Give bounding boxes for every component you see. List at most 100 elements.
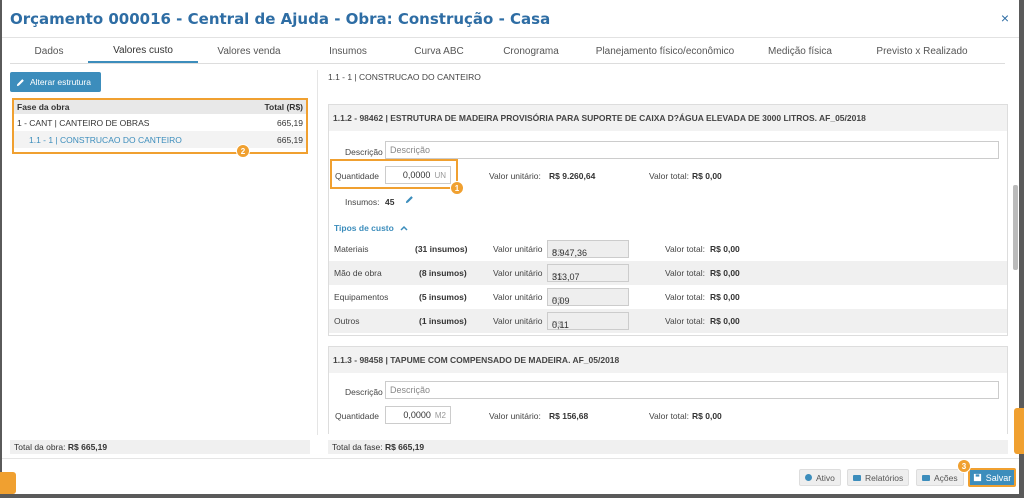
tree-header: Fase da obra Total (R$): [14, 100, 306, 114]
cost-type-vt-label: Valor total:: [665, 292, 706, 302]
total-value: R$ 0,00: [692, 171, 722, 181]
tab-valores-custo[interactable]: Valores custo: [88, 40, 198, 63]
insumos-count: 45: [385, 197, 395, 207]
quantity-input[interactable]: 0,0000 M2: [385, 406, 451, 424]
logo-icon: [0, 472, 16, 494]
fase-total-label: Total da fase:: [332, 442, 383, 452]
cost-type-row-materiais: Materiais (31 insumos) Valor unitário R$…: [329, 237, 1007, 261]
save-label: Salvar: [985, 472, 1012, 483]
cost-type-row-equipamentos: Equipamentos (5 insumos) Valor unitário …: [329, 285, 1007, 309]
cost-type-name: Mão de obra: [334, 268, 382, 278]
tipos-custo-label: Tipos de custo: [334, 223, 394, 233]
description-input[interactable]: Descrição: [385, 381, 999, 399]
cost-type-count: (31 insumos): [415, 244, 468, 254]
cost-type-value-field[interactable]: R$ 0,11: [547, 312, 629, 330]
relatorios-button[interactable]: Relatórios: [847, 469, 910, 486]
tab-cronograma[interactable]: Cronograma: [482, 40, 580, 63]
quantity-label: Quantidade: [335, 171, 379, 181]
description-label: Descrição: [345, 147, 383, 157]
edit-insumos-icon[interactable]: [405, 195, 414, 204]
save-button[interactable]: Salvar: [968, 468, 1016, 487]
tab-valores-venda[interactable]: Valores venda: [198, 40, 300, 63]
tree-row-value: 665,19: [277, 134, 303, 145]
tab-medicao-fisica[interactable]: Medição física: [750, 40, 850, 63]
page-title: Orçamento 000016 - Central de Ajuda - Ob…: [10, 9, 551, 28]
tree-row-construcao[interactable]: 1.1 - 1 | CONSTRUCAO DO CANTEIRO 665,19: [14, 131, 306, 148]
cost-type-vu-label: Valor unitário: [493, 316, 543, 326]
item-card-98458: 1.1.3 - 98458 | TAPUME COM COMPENSADO DE…: [328, 346, 1008, 434]
tab-curva-abc[interactable]: Curva ABC: [396, 40, 482, 63]
quantity-label: Quantidade: [335, 411, 379, 421]
scrollbar-thumb[interactable]: [1013, 185, 1018, 270]
unit-value-label: Valor unitário:: [489, 411, 541, 421]
relatorios-label: Relatórios: [865, 472, 904, 483]
cost-type-vt-label: Valor total:: [665, 316, 706, 326]
phase-tree: Fase da obra Total (R$) 1 - CANT | CANTE…: [12, 98, 308, 154]
cost-type-value: 0,11: [552, 320, 569, 330]
col-total-header: Total (R$): [264, 102, 303, 112]
cost-type-vu-label: Valor unitário: [493, 292, 543, 302]
unit-value: R$ 156,68: [549, 411, 589, 421]
panel-divider: [317, 70, 318, 435]
action-bar: Ativo Relatórios Ações Salvar 3: [2, 458, 1019, 494]
col-phase-header: Fase da obra: [17, 102, 70, 112]
ativo-button[interactable]: Ativo: [799, 469, 841, 486]
cost-type-value-field[interactable]: R$ 8.947,36: [547, 240, 629, 258]
quantity-input[interactable]: 0,0000 UN: [385, 166, 451, 184]
cost-type-vu-label: Valor unitário: [493, 268, 543, 278]
unit-value: R$ 9.260,64: [549, 171, 596, 181]
cost-type-count: (1 insumos): [419, 316, 467, 326]
breadcrumb: 1.1 - 1 | CONSTRUCAO DO CANTEIRO: [328, 72, 481, 82]
close-icon[interactable]: ×: [1001, 10, 1009, 26]
item-card-98462: 1.1.2 - 98462 | ESTRUTURA DE MADEIRA PRO…: [328, 104, 1008, 336]
tab-dados[interactable]: Dados: [10, 40, 88, 63]
fase-total-value: R$ 665,19: [384, 442, 425, 452]
tree-row-label: 1.1 - 1 | CONSTRUCAO DO CANTEIRO: [29, 134, 182, 145]
cost-type-value-field[interactable]: R$ 0,09: [547, 288, 629, 306]
cost-type-name: Equipamentos: [334, 292, 389, 302]
insumos-label: Insumos:: [345, 197, 380, 207]
status-dot-icon: [805, 474, 812, 481]
cost-type-total: R$ 0,00: [710, 316, 740, 326]
cost-type-name: Materiais: [334, 244, 369, 254]
modal-header: Orçamento 000016 - Central de Ajuda - Ob…: [2, 0, 1019, 38]
description-input[interactable]: Descrição: [385, 141, 999, 159]
cost-type-total: R$ 0,00: [710, 268, 740, 278]
tree-row-value: 665,19: [277, 117, 303, 128]
cost-type-count: (5 insumos): [419, 292, 467, 302]
unit-value-label: Valor unitário:: [489, 171, 541, 181]
tree-row-label: 1 - CANT | CANTEIRO DE OBRAS: [17, 117, 150, 128]
side-help-tab[interactable]: [1014, 408, 1024, 454]
chevron-up-icon: [400, 225, 408, 231]
cost-type-value: 313,07: [552, 272, 580, 282]
obra-total-value: R$ 665,19: [67, 442, 108, 452]
tree-row-canteiro[interactable]: 1 - CANT | CANTEIRO DE OBRAS 665,19: [14, 114, 306, 131]
description-label: Descrição: [345, 387, 383, 397]
floppy-icon: [973, 473, 981, 482]
quantity-value: 0,0000: [403, 410, 431, 420]
ativo-label: Ativo: [816, 472, 835, 483]
tab-insumos[interactable]: Insumos: [300, 40, 396, 63]
acoes-button[interactable]: Ações: [916, 469, 964, 486]
tag-icon: [922, 474, 930, 481]
obra-total-bar: Total da obra: R$ 665,19: [10, 440, 310, 454]
obra-total-label: Total da obra:: [14, 442, 66, 452]
alterar-estrutura-button[interactable]: Alterar estrutura: [10, 72, 101, 92]
tipos-custo-toggle[interactable]: Tipos de custo: [334, 223, 408, 233]
tab-bar: Dados Valores custo Valores venda Insumo…: [10, 40, 1005, 64]
cost-type-name: Outros: [334, 316, 360, 326]
pencil-icon: [16, 78, 24, 86]
tab-planejamento[interactable]: Planejamento físico/econômico: [580, 40, 750, 63]
item-card-title: 1.1.3 - 98458 | TAPUME COM COMPENSADO DE…: [329, 347, 1007, 373]
phase-tree-panel: Alterar estrutura Fase da obra Total (R$…: [10, 72, 312, 452]
quantity-value: 0,0000: [402, 170, 431, 180]
quantity-unit: UN: [434, 170, 446, 180]
step-marker-3: 3: [957, 459, 971, 473]
acoes-label: Ações: [934, 472, 958, 483]
cost-type-count: (8 insumos): [419, 268, 467, 278]
cost-type-row-outros: Outros (1 insumos) Valor unitário R$ 0,11…: [329, 309, 1007, 333]
tab-previsto-realizado[interactable]: Previsto x Realizado: [850, 40, 994, 63]
cost-type-value: 0,09: [552, 296, 570, 306]
total-value-label: Valor total:: [649, 171, 690, 181]
cost-type-value-field[interactable]: R$ 313,07: [547, 264, 629, 282]
